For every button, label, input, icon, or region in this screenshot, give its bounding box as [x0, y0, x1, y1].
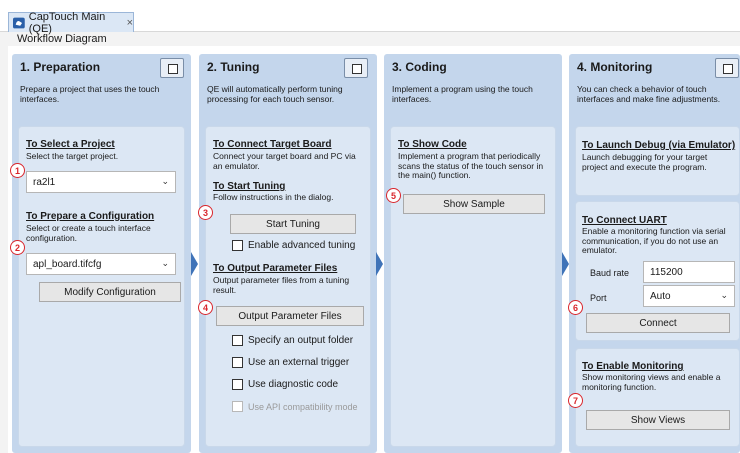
flow-arrow-icon — [376, 252, 383, 276]
project-value: ra2l1 — [33, 176, 56, 188]
tuning-panel: To Connect Target Board Connect your tar… — [205, 126, 371, 447]
checkbox-icon — [232, 401, 243, 412]
tab-captouch-main[interactable]: CapTouch Main (QE) × — [8, 10, 134, 35]
uart-panel: To Connect UART Enable a monitoring func… — [575, 201, 740, 341]
close-icon[interactable]: × — [127, 17, 133, 29]
tab-title: CapTouch Main (QE) — [28, 10, 106, 35]
project-select[interactable]: ra2l1 ⌄ — [26, 171, 176, 193]
advanced-tuning-checkbox[interactable]: Enable advanced tuning — [232, 240, 355, 251]
step-5-marker: 5 — [386, 188, 401, 203]
api-compat-checkbox: Use API compatibility mode — [232, 401, 358, 412]
column-preparation: 1. Preparation Prepare a project that us… — [12, 54, 191, 453]
column-monitoring: 4. Monitoring You can check a behavior o… — [569, 54, 740, 453]
show-views-button[interactable]: Show Views — [586, 410, 730, 430]
baud-rate-input[interactable]: 115200 — [643, 261, 735, 283]
connect-uart-title: To Connect UART — [582, 215, 667, 226]
checkbox-label: Use an external trigger — [248, 357, 350, 368]
open-icon[interactable] — [160, 58, 184, 78]
column-title: 4. Monitoring — [577, 60, 653, 74]
checkbox-label: Use diagnostic code — [248, 379, 339, 390]
step-6-marker: 6 — [568, 300, 583, 315]
show-code-title: To Show Code — [398, 139, 467, 150]
debug-panel: To Launch Debug (via Emulator) Launch de… — [575, 126, 740, 196]
preparation-panel: To Select a Project Select the target pr… — [18, 126, 185, 447]
column-description: Implement a program using the touch inte… — [392, 84, 533, 104]
checkbox-label: Use API compatibility mode — [248, 401, 358, 412]
column-description: You can check a behavior of touch interf… — [577, 84, 721, 104]
chevron-down-icon: ⌄ — [161, 176, 169, 186]
output-folder-checkbox[interactable]: Specify an output folder — [232, 335, 353, 346]
external-trigger-checkbox[interactable]: Use an external trigger — [232, 357, 349, 368]
launch-debug-title: To Launch Debug (via Emulator) — [582, 140, 736, 151]
config-value: apl_board.tifcfg — [33, 258, 102, 270]
column-tuning: 2. Tuning QE will automatically perform … — [199, 54, 377, 453]
config-select[interactable]: apl_board.tifcfg ⌄ — [26, 253, 176, 275]
step-4-marker: 4 — [198, 300, 213, 315]
checkbox-label: Enable advanced tuning — [248, 240, 356, 251]
page-title: Workflow Diagram — [17, 33, 107, 45]
step-7-marker: 7 — [568, 393, 583, 408]
column-title: 1. Preparation — [20, 60, 101, 74]
select-project-title: To Select a Project — [26, 139, 115, 150]
tab-bar: CapTouch Main (QE) × — [0, 0, 740, 35]
captouch-icon — [13, 17, 25, 28]
step-2-marker: 2 — [10, 240, 25, 255]
port-label: Port — [590, 293, 607, 303]
enable-monitoring-title: To Enable Monitoring — [582, 361, 684, 372]
column-description: Prepare a project that uses the touch in… — [20, 84, 160, 104]
output-files-desc: Output parameter files from a tuning res… — [213, 275, 350, 295]
prepare-config-title: To Prepare a Configuration — [26, 211, 155, 222]
connect-button[interactable]: Connect — [586, 313, 730, 333]
checkbox-icon — [232, 240, 243, 251]
baud-rate-label: Baud rate — [590, 268, 630, 278]
column-title: 3. Coding — [392, 60, 447, 74]
launch-debug-desc: Launch debugging for your target project… — [582, 152, 708, 172]
open-icon[interactable] — [715, 58, 739, 78]
port-select[interactable]: Auto ⌄ — [643, 285, 735, 307]
chevron-down-icon: ⌄ — [720, 290, 728, 300]
column-title: 2. Tuning — [207, 60, 260, 74]
step-3-marker: 3 — [198, 205, 213, 220]
enable-monitoring-panel: To Enable Monitoring Show monitoring vie… — [575, 348, 740, 447]
port-value: Auto — [650, 290, 671, 302]
connect-board-title: To Connect Target Board — [213, 139, 332, 150]
prepare-config-desc: Select or create a touch interface confi… — [26, 223, 151, 243]
app-window: CapTouch Main (QE) × Workflow Diagram 1.… — [0, 0, 740, 453]
flow-arrow-icon — [562, 252, 569, 276]
modify-configuration-button[interactable]: Modify Configuration — [39, 282, 181, 302]
enable-monitoring-desc: Show monitoring views and enable a monit… — [582, 372, 721, 392]
checkbox-icon — [232, 379, 243, 390]
select-project-desc: Select the target project. — [26, 151, 119, 161]
checkbox-icon — [232, 357, 243, 368]
start-tuning-desc: Follow instructions in the dialog. — [213, 192, 334, 202]
column-description: QE will automatically perform tuning pro… — [207, 84, 343, 104]
checkbox-icon — [232, 335, 243, 346]
show-code-desc: Implement a program that periodically sc… — [398, 151, 544, 180]
flow-arrow-icon — [191, 252, 198, 276]
connect-board-desc: Connect your target board and PC via an … — [213, 151, 356, 171]
open-icon[interactable] — [344, 58, 368, 78]
coding-panel: To Show Code Implement a program that pe… — [390, 126, 556, 447]
column-coding: 3. Coding Implement a program using the … — [384, 54, 562, 453]
chevron-down-icon: ⌄ — [161, 258, 169, 268]
connect-uart-desc: Enable a monitoring function via serial … — [582, 226, 726, 255]
diagnostic-code-checkbox[interactable]: Use diagnostic code — [232, 379, 338, 390]
checkbox-label: Specify an output folder — [248, 335, 354, 346]
output-parameter-files-button[interactable]: Output Parameter Files — [216, 306, 364, 326]
start-tuning-button[interactable]: Start Tuning — [230, 214, 356, 234]
step-1-marker: 1 — [10, 163, 25, 178]
output-files-title: To Output Parameter Files — [213, 263, 338, 274]
start-tuning-title: To Start Tuning — [213, 181, 286, 192]
show-sample-button[interactable]: Show Sample — [403, 194, 545, 214]
